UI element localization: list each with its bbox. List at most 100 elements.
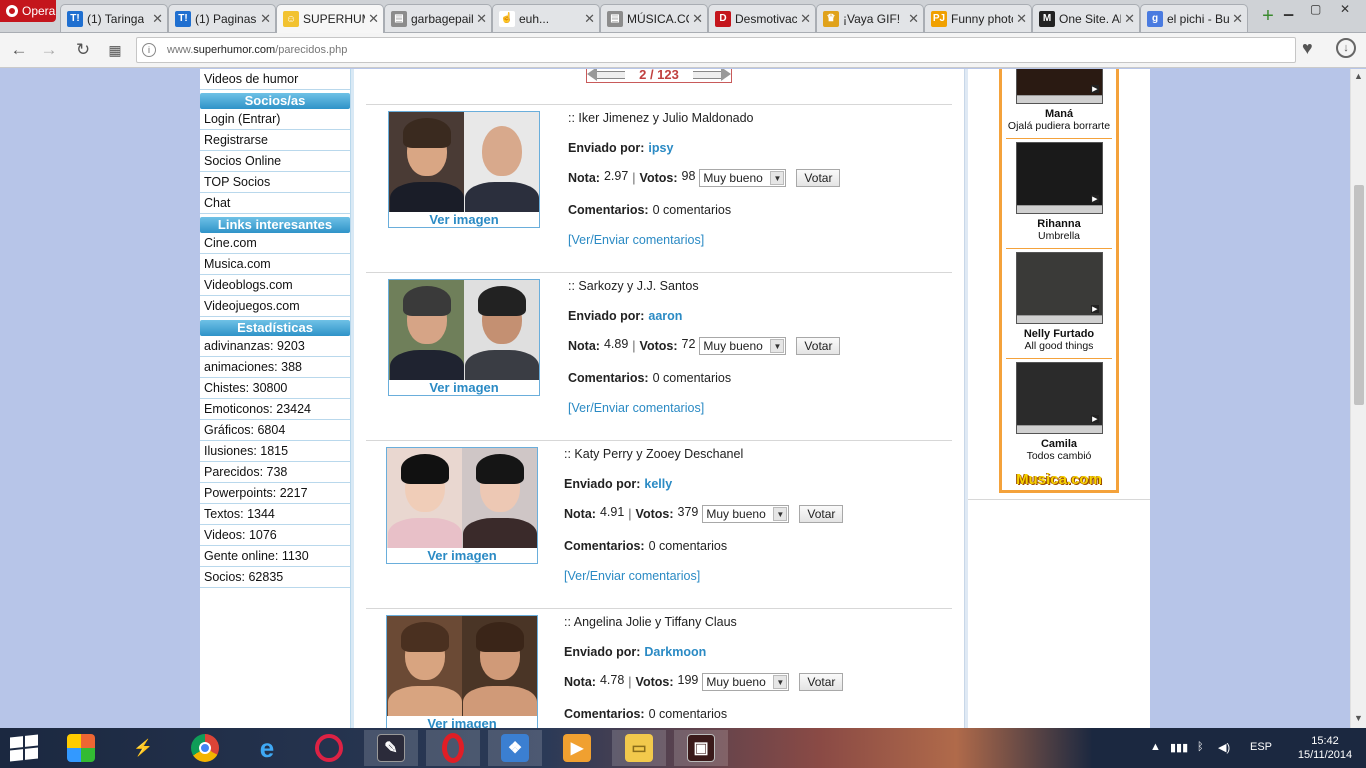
author-link[interactable]: ipsy	[648, 141, 673, 155]
next-page-arrow-icon[interactable]	[691, 69, 731, 81]
votar-button[interactable]: Votar	[799, 673, 844, 691]
nav-item[interactable]: Registrarse	[200, 130, 350, 151]
scroll-down-icon[interactable]: ▼	[1354, 713, 1363, 723]
ver-imagen-link[interactable]: Ver imagen	[387, 716, 537, 728]
close-tab-icon[interactable]: ✕	[476, 11, 487, 27]
nav-item[interactable]: Videojuegos.com	[200, 296, 350, 317]
music-video-item[interactable]: ▶ Camila Todos cambió	[1006, 362, 1112, 462]
new-tab-button[interactable]: +	[1256, 6, 1280, 28]
scrollbar-thumb[interactable]	[1354, 185, 1364, 405]
browser-tab[interactable]: ▤ garbagepail ✕	[384, 4, 492, 32]
network-signal-icon[interactable]: ▮▮▮	[1170, 741, 1188, 754]
download-icon[interactable]: ↓	[1336, 38, 1356, 58]
close-tab-icon[interactable]: ✕	[1016, 11, 1027, 27]
votar-button[interactable]: Votar	[796, 169, 841, 187]
close-tab-icon[interactable]: ✕	[908, 11, 919, 27]
close-tab-icon[interactable]: ✕	[584, 11, 595, 27]
close-tab-icon[interactable]: ✕	[260, 11, 271, 27]
browser-tab[interactable]: D Desmotivaciones✕	[708, 4, 816, 32]
ver-imagen-link[interactable]: Ver imagen	[389, 212, 539, 227]
site-info-icon[interactable]: i	[142, 43, 156, 57]
nav-item-videos-de-humor[interactable]: Videos de humor	[200, 69, 350, 90]
nav-item[interactable]: Chat	[200, 193, 350, 214]
show-hidden-icons-icon[interactable]: ▲	[1150, 741, 1161, 753]
browser-tab[interactable]: PJ Funny photos✕	[924, 4, 1032, 32]
entry-thumbnail[interactable]: Ver imagen	[386, 447, 538, 564]
close-tab-icon[interactable]: ✕	[1232, 11, 1243, 27]
nav-item[interactable]: TOP Socios	[200, 172, 350, 193]
reload-icon[interactable]: ↻	[72, 39, 94, 61]
browser-tab[interactable]: ▤ MÚSICA.COM✕	[600, 4, 708, 32]
nav-item[interactable]: Login (Entrar)	[200, 109, 350, 130]
video-player-icon[interactable]: ▶	[550, 730, 604, 766]
close-tab-icon[interactable]: ✕	[1124, 11, 1135, 27]
rating-select[interactable]: Muy bueno ▼	[702, 673, 790, 691]
pinwheel-app-icon[interactable]	[54, 730, 108, 766]
url-input[interactable]: i www.superhumor.com/parecidos.php	[136, 37, 1296, 63]
author-link[interactable]: kelly	[644, 477, 672, 491]
browser-tab[interactable]: ☝ euh... ✕	[492, 4, 600, 32]
music-video-item[interactable]: ▶ Nelly Furtado All good things	[1006, 252, 1112, 352]
opera-menu-button[interactable]: Opera	[0, 0, 56, 22]
video-thumbnail[interactable]: ▶	[1015, 69, 1103, 104]
volume-icon[interactable]: ◀)	[1218, 741, 1230, 754]
entry-thumbnail[interactable]: Ver imagen	[388, 279, 540, 396]
image-viewer-icon[interactable]: ▣	[674, 730, 728, 766]
rating-select[interactable]: Muy bueno ▼	[699, 169, 787, 187]
rating-select[interactable]: Muy bueno ▼	[699, 337, 787, 355]
nav-item[interactable]: Socios Online	[200, 151, 350, 172]
ver-enviar-comentarios-link[interactable]: [Ver/Enviar comentarios]	[568, 233, 704, 247]
entry-thumbnail[interactable]: Ver imagen	[386, 615, 538, 728]
vertical-scrollbar[interactable]: ▲ ▼	[1350, 69, 1366, 728]
scroll-up-icon[interactable]: ▲	[1354, 71, 1363, 81]
rating-select[interactable]: Muy bueno ▼	[702, 505, 790, 523]
file-explorer-icon[interactable]: ▭	[612, 730, 666, 766]
video-thumbnail[interactable]: ▶	[1015, 362, 1103, 434]
ver-imagen-link[interactable]: Ver imagen	[389, 380, 539, 395]
browser-tab[interactable]: T! (1) Taringa ✕	[60, 4, 168, 32]
music-video-item[interactable]: ▶ Maná Ojalá pudiera borrarte	[1006, 69, 1112, 132]
author-link[interactable]: aaron	[648, 309, 682, 323]
close-tab-icon[interactable]: ✕	[152, 11, 163, 27]
browser-tab[interactable]: T! (1) Paginas ✕	[168, 4, 276, 32]
maximize-icon[interactable]: ▢	[1310, 2, 1321, 16]
previous-page-arrow-icon[interactable]	[587, 69, 627, 81]
video-thumbnail[interactable]: ▶	[1015, 252, 1103, 324]
close-tab-icon[interactable]: ✕	[692, 11, 703, 27]
media-app-icon[interactable]	[302, 730, 356, 766]
votar-button[interactable]: Votar	[799, 505, 844, 523]
music-video-item[interactable]: ▶ Rihanna Umbrella	[1006, 142, 1112, 242]
close-tab-icon[interactable]: ✕	[800, 11, 811, 27]
winamp-icon[interactable]: ⚡	[116, 730, 170, 766]
browser-tab[interactable]: g el pichi - Buscar✕	[1140, 4, 1248, 32]
video-thumbnail[interactable]: ▶	[1015, 142, 1103, 214]
opera-taskbar-icon[interactable]	[426, 730, 480, 766]
forward-icon[interactable]: →	[38, 39, 60, 61]
votar-button[interactable]: Votar	[796, 337, 841, 355]
entry-thumbnail[interactable]: Ver imagen	[388, 111, 540, 228]
minimize-icon[interactable]: ▁	[1284, 2, 1293, 16]
photo-app-icon[interactable]: ❖	[488, 730, 542, 766]
browser-tab[interactable]: M One Site. All ✕	[1032, 4, 1140, 32]
musica-logo[interactable]: Musica.com	[1006, 471, 1112, 488]
windows-start-icon[interactable]	[10, 734, 38, 762]
input-language[interactable]: ESP	[1250, 741, 1272, 753]
stash-heart-icon[interactable]: ♥	[1302, 38, 1313, 59]
browser-tab[interactable]: ♛ ¡Vaya GIF! ✕	[816, 4, 924, 32]
system-clock[interactable]: 15:42 15/11/2014	[1290, 734, 1360, 762]
back-icon[interactable]: ←	[8, 39, 30, 61]
ver-imagen-link[interactable]: Ver imagen	[387, 548, 537, 563]
internet-explorer-icon[interactable]: e	[240, 730, 294, 766]
close-window-icon[interactable]: ✕	[1340, 2, 1350, 16]
close-tab-icon[interactable]: ✕	[368, 11, 379, 27]
nav-item[interactable]: Cine.com	[200, 233, 350, 254]
browser-tab[interactable]: ☺ SUPERHUMOR✕	[276, 4, 384, 33]
bluetooth-icon[interactable]: ᛒ	[1197, 741, 1204, 753]
nav-item[interactable]: Videoblogs.com	[200, 275, 350, 296]
ver-enviar-comentarios-link[interactable]: [Ver/Enviar comentarios]	[564, 569, 700, 583]
paint-app-icon[interactable]: ✎	[364, 730, 418, 766]
chrome-icon[interactable]	[178, 730, 232, 766]
author-link[interactable]: Darkmoon	[644, 645, 706, 659]
speed-dial-icon[interactable]: ▦	[104, 39, 126, 61]
ver-enviar-comentarios-link[interactable]: [Ver/Enviar comentarios]	[568, 401, 704, 415]
